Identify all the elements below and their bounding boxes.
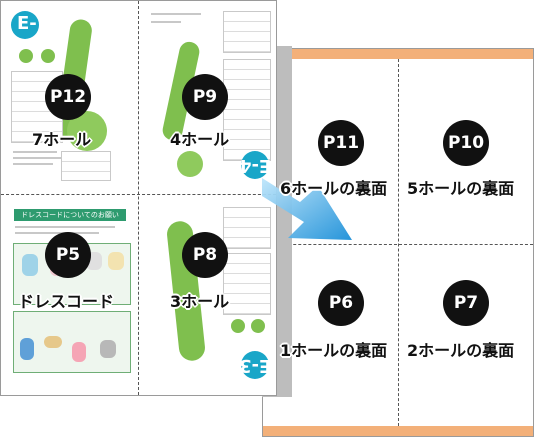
page-marker-p11: P11 [318, 120, 364, 166]
panel-caption: 4ホール [170, 130, 230, 149]
page-number: P10 [447, 133, 485, 153]
page-number: P9 [192, 87, 218, 107]
panel-caption: 1ホールの裏面 [280, 341, 388, 360]
panel-caption: 3ホール [170, 292, 230, 311]
page-number: P12 [49, 87, 87, 107]
arrow-right-down-icon [262, 178, 352, 240]
panel-caption: 5ホールの裏面 [407, 179, 515, 198]
page-marker-p12: P12 [45, 74, 91, 120]
page-marker-p7: P7 [443, 280, 489, 326]
page-number: P11 [322, 133, 360, 153]
page-marker-p6: P6 [318, 280, 364, 326]
panel-caption: 6ホールの裏面 [280, 179, 388, 198]
page-marker-p8: P8 [182, 232, 228, 278]
panel-caption: ドレスコード [18, 292, 115, 311]
page-number: P5 [55, 245, 81, 265]
page-number: P8 [192, 245, 218, 265]
page-number: P7 [453, 293, 479, 313]
page-marker-p5: P5 [45, 232, 91, 278]
page-number: P6 [328, 293, 354, 313]
panel-caption: 2ホールの裏面 [407, 341, 515, 360]
panel-caption: 7ホール [32, 130, 92, 149]
page-marker-p9: P9 [182, 74, 228, 120]
page-marker-p10: P10 [443, 120, 489, 166]
